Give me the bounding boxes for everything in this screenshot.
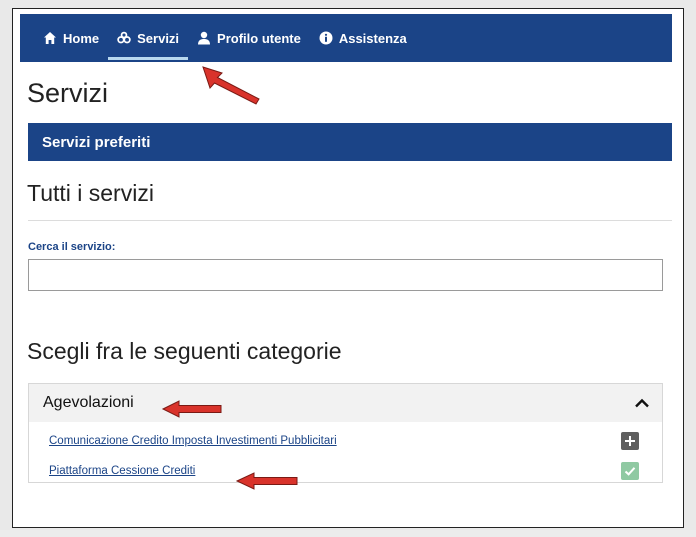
nav-servizi-label: Servizi	[137, 30, 180, 46]
info-icon	[319, 31, 333, 45]
nav-assistenza-label: Assistenza	[338, 30, 407, 46]
annotation-arrow-icon	[235, 472, 298, 490]
search-label: Cerca il servizio:	[28, 241, 116, 253]
annotation-arrow-icon	[202, 66, 260, 105]
nav-profilo-label: Profilo utente	[217, 30, 301, 46]
service-row: Piattaforma Cessione Crediti	[49, 459, 639, 483]
search-input[interactable]	[28, 259, 663, 291]
accordion-header[interactable]: Agevolazioni	[29, 384, 662, 422]
top-navigation: Home Servizi Profilo utente Assistenza	[20, 14, 672, 62]
services-icon	[117, 31, 131, 45]
nav-assistenza[interactable]: Assistenza	[310, 14, 416, 62]
service-link-piattaforma[interactable]: Piattaforma Cessione Crediti	[49, 465, 195, 477]
service-row: Comunicazione Credito Imposta Investimen…	[49, 429, 639, 453]
home-icon	[43, 31, 57, 45]
favorites-label: Servizi preferiti	[42, 133, 151, 151]
nav-servizi[interactable]: Servizi	[108, 14, 188, 62]
page-title: Servizi	[27, 78, 109, 108]
favorite-check-button[interactable]	[621, 462, 639, 480]
annotation-arrow-icon	[161, 400, 222, 418]
service-link-comunicazione[interactable]: Comunicazione Credito Imposta Investimen…	[49, 435, 337, 447]
favorites-bar[interactable]: Servizi preferiti	[28, 123, 672, 161]
add-favorite-button[interactable]	[621, 432, 639, 450]
nav-home[interactable]: Home	[34, 14, 108, 62]
nav-profilo-utente[interactable]: Profilo utente	[188, 14, 310, 62]
nav-home-label: Home	[63, 30, 100, 46]
section-divider	[28, 220, 672, 221]
check-icon	[624, 467, 636, 476]
categories-title: Scegli fra le seguenti categorie	[27, 338, 342, 364]
plus-icon	[625, 436, 635, 446]
all-services-title: Tutti i servizi	[27, 180, 154, 206]
user-icon	[197, 31, 211, 45]
bottom-edge	[0, 530, 696, 537]
chevron-up-icon[interactable]	[634, 397, 650, 409]
accordion-title: Agevolazioni	[43, 394, 134, 411]
category-accordion: Agevolazioni Comunicazione Credito Impos…	[28, 383, 663, 483]
